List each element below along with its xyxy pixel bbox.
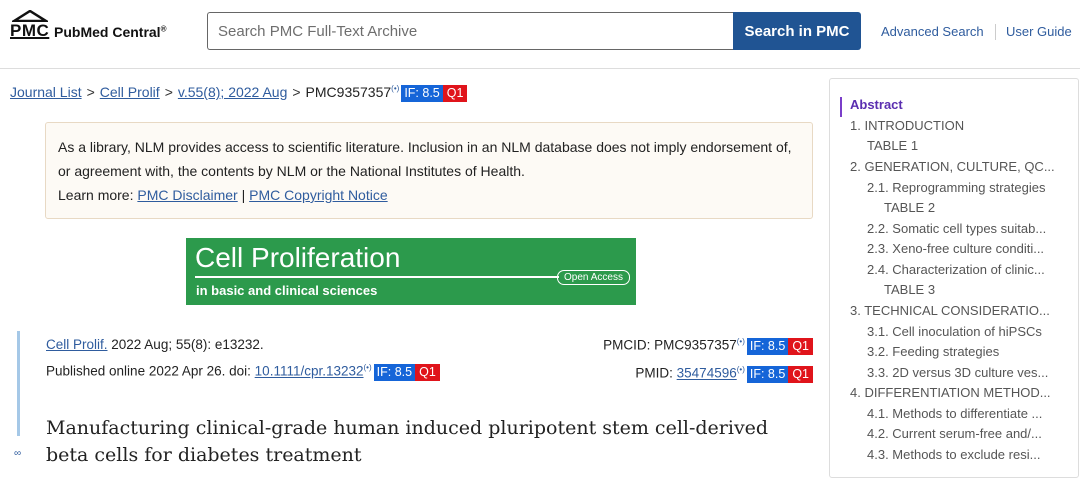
pmid-link[interactable]: 35474596 [677, 366, 737, 381]
notice-divider: | [241, 187, 246, 203]
citation-line: Cell Prolif. 2022 Aug; 55(8): e13232. [46, 337, 264, 352]
pmc-logo[interactable]: PMC PubMed Central® [10, 10, 180, 50]
doi-link[interactable]: 10.1111/cpr.13232 [255, 364, 364, 379]
quartile-badge: Q1 [442, 85, 468, 102]
logo-mark: PMC [10, 21, 50, 40]
impact-factor-badge: IF: 8.5 [746, 337, 789, 355]
pmc-disclaimer-link[interactable]: PMC Disclaimer [137, 187, 237, 203]
published-label: Published online 2022 Apr 26. doi: [46, 363, 255, 379]
advanced-search-link[interactable]: Advanced Search [881, 24, 984, 39]
article-title: Manufacturing clinical-grade human induc… [46, 417, 769, 466]
toc-item[interactable]: 3. TECHNICAL CONSIDERATIO... [850, 303, 1050, 318]
pmc-copyright-link[interactable]: PMC Copyright Notice [249, 187, 388, 203]
pmid-label: PMID: [635, 365, 677, 381]
search-button[interactable]: Search in PMC [733, 12, 861, 50]
journal-banner[interactable]: Cell Proliferation Open Access in basic … [186, 238, 636, 305]
breadcrumb-sep: > [164, 84, 173, 100]
toc-item[interactable]: TABLE 2 [884, 200, 935, 215]
toc-item[interactable]: 4. DIFFERENTIATION METHOD... [850, 385, 1051, 400]
banner-rule [195, 276, 559, 278]
breadcrumb-journal-list[interactable]: Journal List [10, 84, 82, 100]
citation-details: 2022 Aug; 55(8): e13232. [107, 337, 264, 352]
toc-item[interactable]: 4.2. Current serum-free and/... [867, 426, 1042, 441]
table-of-contents: Abstract 1. INTRODUCTION TABLE 1 2. GENE… [829, 78, 1079, 478]
logo-text: PubMed Central® [54, 24, 167, 40]
toc-item[interactable]: 1. INTRODUCTION [850, 118, 964, 133]
breadcrumb: Journal List > Cell Prolif > v.55(8); 2022 A… [10, 84, 468, 102]
toc-item-abstract[interactable]: Abstract [850, 97, 903, 112]
library-notice: As a library, NLM provides access to sci… [45, 122, 813, 219]
toc-item[interactable]: 4.1. Methods to differentiate ... [867, 406, 1042, 421]
link-icon[interactable]: ∞ [14, 448, 21, 459]
toc-item[interactable]: 3.2. Feeding strategies [867, 344, 999, 359]
toc-item[interactable]: 2.2. Somatic cell types suitab... [867, 221, 1046, 236]
quartile-badge: Q1 [788, 337, 813, 355]
site-header: PMC PubMed Central® Search in PMC Advanc… [0, 0, 1080, 69]
notice-text: As a library, NLM provides access to sci… [58, 139, 792, 179]
header-divider [995, 24, 996, 40]
impact-factor-badge: IF: 8.5 [401, 85, 443, 102]
article-rail [17, 331, 20, 436]
user-guide-link[interactable]: User Guide [1006, 24, 1072, 39]
toc-item[interactable]: 4.3. Methods to exclude resi... [867, 447, 1040, 462]
toc-active-indicator [840, 97, 842, 117]
banner-subtitle: in basic and clinical sciences [196, 283, 378, 298]
impact-factor-badge: IF: 8.5 [373, 363, 416, 381]
quartile-badge: Q1 [415, 363, 440, 381]
open-access-pill: Open Access [557, 270, 630, 285]
breadcrumb-sep: > [292, 84, 301, 100]
toc-item[interactable]: 2.4. Characterization of clinic... [867, 262, 1045, 277]
breadcrumb-pmc-id: PMC9357357 [305, 84, 392, 100]
published-line: Published online 2022 Apr 26. doi: 10.11… [46, 363, 440, 381]
broadcast-icon: (•) [736, 365, 745, 374]
toc-item[interactable]: 2.1. Reprogramming strategies [867, 180, 1045, 195]
breadcrumb-journal[interactable]: Cell Prolif [100, 84, 160, 100]
search-input[interactable] [207, 12, 733, 50]
pmcid-line: PMCID: PMC9357357(•) IF: 8.5 Q1 [603, 337, 813, 355]
quartile-badge: Q1 [788, 365, 813, 383]
pmid-line: PMID: 35474596(•) IF: 8.5 Q1 [635, 365, 813, 383]
toc-item[interactable]: TABLE 3 [884, 282, 935, 297]
journal-link[interactable]: Cell Prolif. [46, 337, 108, 352]
broadcast-icon: (•) [391, 84, 400, 94]
impact-factor-badge: IF: 8.5 [746, 365, 789, 383]
breadcrumb-volume[interactable]: v.55(8); 2022 Aug [178, 84, 287, 100]
breadcrumb-sep: > [86, 84, 95, 100]
toc-item[interactable]: 2.3. Xeno-free culture conditi... [867, 241, 1044, 256]
toc-item[interactable]: 3.3. 2D versus 3D culture ves... [867, 365, 1048, 380]
toc-item[interactable]: TABLE 1 [867, 138, 918, 153]
learn-more-label: Learn more: [58, 187, 134, 203]
pmcid-label: PMCID: PMC9357357 [603, 337, 737, 353]
toc-item[interactable]: 3.1. Cell inoculation of hiPSCs [867, 324, 1042, 339]
broadcast-icon: (•) [363, 363, 372, 372]
broadcast-icon: (•) [736, 337, 745, 346]
banner-title: Cell Proliferation [195, 242, 401, 273]
toc-item[interactable]: 2. GENERATION, CULTURE, QC... [850, 159, 1055, 174]
